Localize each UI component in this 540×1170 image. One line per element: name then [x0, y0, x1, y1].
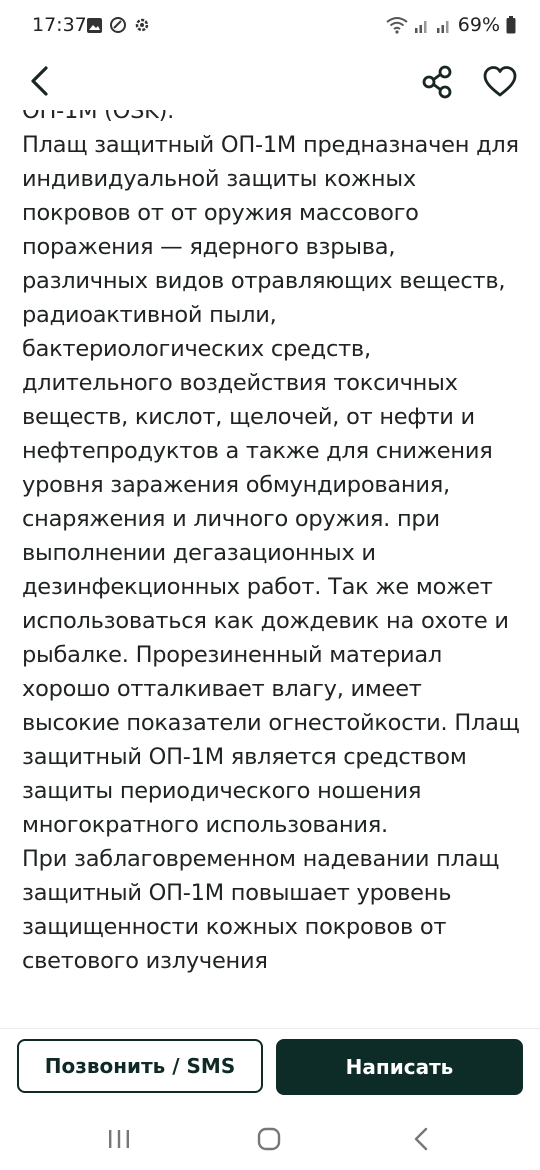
- recents-button[interactable]: [104, 1126, 134, 1152]
- favorite-button[interactable]: [480, 62, 520, 102]
- app-bar: [0, 52, 540, 110]
- battery-percent: 69%: [457, 14, 500, 36]
- share-icon: [422, 65, 452, 99]
- signal-icon: [436, 21, 449, 33]
- settings-icon: [135, 18, 149, 32]
- nav-back-button[interactable]: [408, 1124, 434, 1154]
- wifi-icon: [386, 17, 408, 34]
- home-icon: [257, 1127, 281, 1151]
- recents-icon: [109, 1130, 129, 1148]
- product-description[interactable]: ОП-1М (OSK). Плащ защитный ОП-1М предназ…: [22, 106, 522, 1026]
- write-message-button[interactable]: Написать: [276, 1039, 523, 1095]
- status-bar: 17:37 69%: [0, 0, 540, 52]
- signal-icon: [414, 21, 427, 33]
- status-time: 17:37: [32, 14, 87, 36]
- status-system-icons: 69%: [386, 14, 516, 36]
- call-sms-button[interactable]: Позвонить / SMS: [17, 1039, 263, 1093]
- gallery-icon: [87, 17, 102, 33]
- bottom-actions: Позвонить / SMS Написать: [0, 1028, 540, 1107]
- data-saver-icon: [110, 17, 126, 33]
- share-button[interactable]: [418, 62, 458, 102]
- heart-icon: [483, 66, 517, 97]
- status-notification-icons: [86, 16, 151, 34]
- back-button[interactable]: [22, 60, 62, 102]
- back-arrow-icon: [31, 66, 48, 96]
- home-button[interactable]: [255, 1126, 283, 1152]
- back-icon: [414, 1127, 428, 1151]
- system-nav-bar: [0, 1106, 540, 1170]
- description-text: ОП-1М (OSK). Плащ защитный ОП-1М предназ…: [22, 106, 520, 974]
- battery-icon: [506, 16, 516, 34]
